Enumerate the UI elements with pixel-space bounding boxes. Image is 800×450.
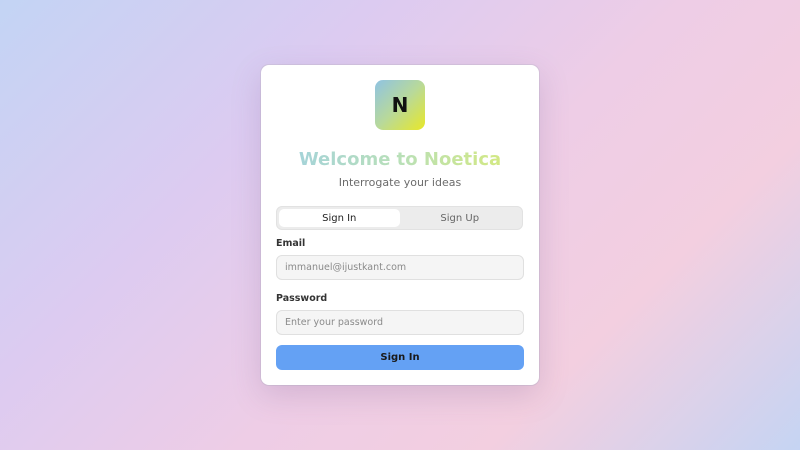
app-logo: N bbox=[375, 80, 425, 130]
auth-tabs: Sign In Sign Up bbox=[276, 206, 523, 230]
page-subtitle: Interrogate your ideas bbox=[338, 176, 462, 189]
tab-sign-up[interactable]: Sign Up bbox=[400, 209, 521, 227]
sign-in-button[interactable]: Sign In bbox=[276, 345, 524, 370]
login-card: N Welcome to Noetica Interrogate your id… bbox=[261, 65, 539, 385]
page-title: Welcome to Noetica bbox=[261, 149, 539, 170]
tab-sign-in[interactable]: Sign In bbox=[279, 209, 400, 227]
password-field[interactable] bbox=[276, 310, 524, 335]
password-label: Password bbox=[276, 293, 328, 304]
email-field[interactable] bbox=[276, 255, 524, 280]
email-label: Email bbox=[276, 238, 306, 249]
